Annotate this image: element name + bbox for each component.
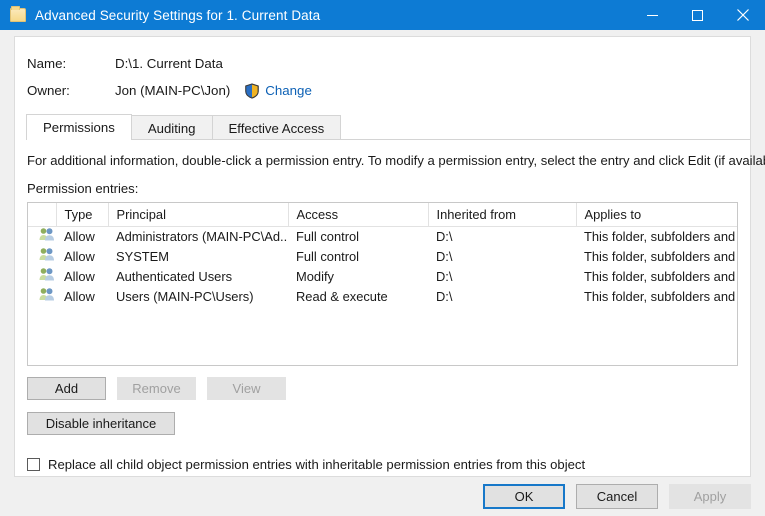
row-icon-cell: [28, 266, 56, 286]
cell-access: Full control: [296, 248, 360, 264]
user-group-icon: [39, 287, 55, 302]
cell-inherited-from: D:\: [436, 248, 453, 264]
cell-principal: Authenticated Users: [116, 268, 233, 284]
cell-inherited-from: D:\: [436, 228, 453, 244]
cell-principal: Administrators (MAIN-PC\Ad...: [116, 228, 288, 244]
replace-child-permissions-checkbox[interactable]: [27, 458, 40, 471]
cell-type: Allow: [64, 288, 95, 304]
dialog-footer: OK Cancel Apply: [0, 477, 765, 516]
table-row[interactable]: Allow SYSTEM Full control D:\ This folde…: [28, 246, 737, 266]
column-header-icon: [28, 203, 57, 227]
row-icon-cell: [28, 286, 56, 306]
owner-row: Owner: Jon (MAIN-PC\Jon) Change: [27, 77, 750, 104]
permission-entries-label: Permission entries:: [27, 181, 139, 196]
remove-button: Remove: [117, 377, 196, 400]
ok-button[interactable]: OK: [483, 484, 565, 509]
table-row[interactable]: Allow Authenticated Users Modify D:\ Thi…: [28, 266, 737, 286]
permissions-table: Type Principal Access Inherited from App…: [28, 203, 737, 306]
table-row[interactable]: Allow Administrators (MAIN-PC\Ad... Full…: [28, 226, 737, 246]
cell-inherited-from: D:\: [436, 288, 453, 304]
minimize-button[interactable]: [630, 0, 675, 30]
column-header-type[interactable]: Type: [56, 203, 109, 227]
user-group-icon: [39, 227, 55, 242]
owner-label: Owner:: [27, 83, 70, 98]
cell-applies-to: This folder, subfolders and files: [584, 288, 737, 304]
window-controls: [630, 0, 765, 30]
cell-type: Allow: [64, 268, 95, 284]
tab-auditing[interactable]: Auditing: [130, 115, 213, 140]
maximize-button[interactable]: [675, 0, 720, 30]
owner-value: Jon (MAIN-PC\Jon): [115, 83, 231, 98]
add-button[interactable]: Add: [27, 377, 106, 400]
column-header-inherited-from[interactable]: Inherited from: [428, 203, 577, 227]
column-header-principal[interactable]: Principal: [108, 203, 289, 227]
name-value: D:\1. Current Data: [115, 56, 223, 71]
cell-type: Allow: [64, 228, 95, 244]
tab-strip: Permissions Auditing Effective Access: [15, 114, 750, 140]
user-group-icon: [39, 247, 55, 262]
view-button: View: [207, 377, 286, 400]
replace-child-permissions-row[interactable]: Replace all child object permission entr…: [27, 457, 750, 472]
permission-entries-list[interactable]: Type Principal Access Inherited from App…: [27, 202, 738, 366]
entry-action-buttons: Add Remove View: [27, 377, 750, 400]
cell-access: Modify: [296, 268, 334, 284]
cell-applies-to: This folder, subfolders and files: [584, 228, 737, 244]
user-group-icon: [39, 267, 55, 282]
tab-effective-access[interactable]: Effective Access: [211, 115, 342, 140]
cell-principal: Users (MAIN-PC\Users): [116, 288, 254, 304]
disable-inheritance-button[interactable]: Disable inheritance: [27, 412, 175, 435]
cell-principal: SYSTEM: [116, 248, 170, 264]
inheritance-button-row: Disable inheritance: [27, 412, 750, 435]
advanced-security-settings-dialog: Advanced Security Settings for 1. Curren…: [0, 0, 765, 516]
window-title: Advanced Security Settings for 1. Curren…: [35, 7, 321, 23]
name-label: Name:: [27, 56, 67, 71]
folder-icon: [10, 6, 26, 22]
replace-child-permissions-label: Replace all child object permission entr…: [48, 457, 586, 472]
close-button[interactable]: [720, 0, 765, 30]
instruction-text: For additional information, double-click…: [27, 153, 765, 168]
change-owner-link[interactable]: Change: [265, 83, 312, 98]
object-info: Name: D:\1. Current Data Owner: Jon (MAI…: [15, 37, 750, 104]
row-icon-cell: [28, 246, 56, 266]
cell-applies-to: This folder, subfolders and files: [584, 268, 737, 284]
tab-permissions[interactable]: Permissions: [26, 114, 132, 140]
name-row: Name: D:\1. Current Data: [27, 50, 750, 77]
cell-access: Read & execute: [296, 288, 388, 304]
content-panel: Name: D:\1. Current Data Owner: Jon (MAI…: [14, 36, 765, 477]
title-bar: Advanced Security Settings for 1. Curren…: [0, 0, 765, 30]
cell-inherited-from: D:\: [436, 268, 453, 284]
cell-type: Allow: [64, 248, 95, 264]
column-header-access[interactable]: Access: [288, 203, 429, 227]
cell-access: Full control: [296, 228, 360, 244]
apply-button: Apply: [669, 484, 751, 509]
column-header-applies-to[interactable]: Applies to: [576, 203, 737, 227]
row-icon-cell: [28, 226, 56, 246]
cancel-button[interactable]: Cancel: [576, 484, 658, 509]
table-row[interactable]: Allow Users (MAIN-PC\Users) Read & execu…: [28, 286, 737, 306]
table-header-row: Type Principal Access Inherited from App…: [28, 203, 737, 227]
tab-underline: [26, 139, 750, 140]
uac-shield-icon: [244, 82, 260, 99]
cell-applies-to: This folder, subfolders and files: [584, 248, 737, 264]
